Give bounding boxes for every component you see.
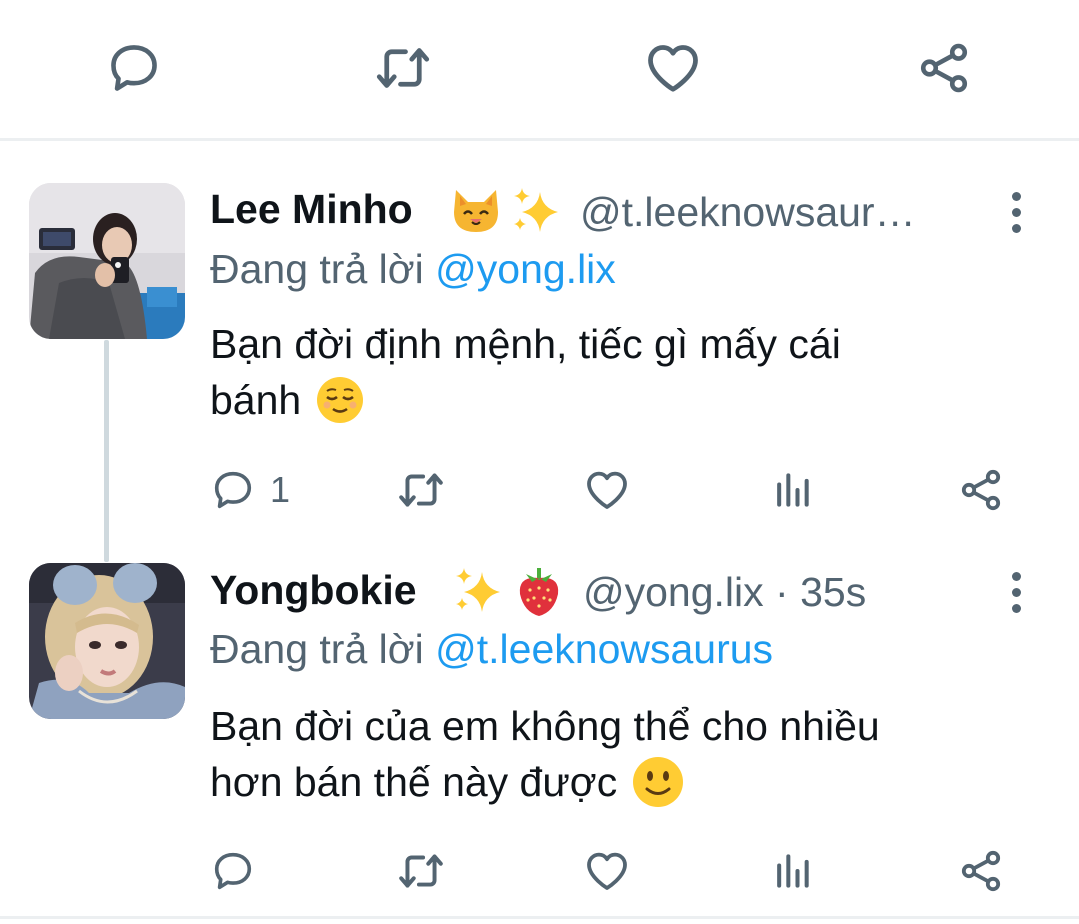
display-name[interactable]: Lee Minho: [210, 186, 413, 233]
more-options-icon[interactable]: [1004, 192, 1028, 252]
replying-to: Đang trả lời @yong.lix: [210, 246, 616, 293]
sparkles-emoji: [452, 566, 506, 621]
share-icon[interactable]: [957, 464, 1009, 516]
avatar[interactable]: [29, 563, 185, 719]
share-icon[interactable]: [914, 38, 974, 98]
reply-icon[interactable]: [210, 845, 262, 897]
tweet-text-line: Bạn đời của em không thể cho nhiều: [210, 703, 880, 749]
tweet-text: Bạn đời của em không thể cho nhiều hơn b…: [210, 698, 880, 810]
user-handle[interactable]: @t.leeknowsaur…: [580, 189, 916, 236]
share-icon[interactable]: [957, 845, 1009, 897]
retweet-icon[interactable]: [396, 845, 448, 897]
tweet-text-line: hơn bán thế này được: [210, 759, 618, 805]
sparkles-emoji: [510, 186, 564, 241]
tweet-text: Bạn đời định mệnh, tiếc gì mấy cái bánh: [210, 316, 841, 428]
like-icon[interactable]: [643, 38, 703, 98]
replying-prefix: Đang trả lời: [210, 246, 424, 292]
like-icon[interactable]: [583, 845, 635, 897]
display-name[interactable]: Yongbokie: [210, 567, 417, 614]
thread-line: [104, 340, 109, 562]
reply-button[interactable]: 1: [210, 464, 310, 516]
replying-to: Đang trả lời @t.leeknowsaurus: [210, 626, 773, 673]
user-handle[interactable]: @yong.lix · 35s: [583, 569, 866, 616]
slightly-smiling-face-emoji: [631, 755, 685, 809]
reply-icon: [210, 467, 256, 513]
reply-count: 1: [270, 469, 291, 510]
view-stats-icon[interactable]: [770, 845, 822, 897]
replying-prefix: Đang trả lời: [210, 626, 424, 672]
divider: [0, 916, 1079, 919]
relieved-face-emoji: [315, 375, 365, 425]
tweet-text-line: bánh: [210, 377, 302, 423]
like-icon[interactable]: [583, 464, 635, 516]
avatar[interactable]: [29, 183, 185, 339]
replying-to-link[interactable]: @t.leeknowsaurus: [435, 626, 773, 672]
reply-icon[interactable]: [104, 38, 164, 98]
main-tweet-action-bar: [0, 0, 1079, 138]
tweet-text-line: Bạn đời định mệnh, tiếc gì mấy cái: [210, 321, 841, 367]
retweet-icon[interactable]: [396, 464, 448, 516]
replying-to-link[interactable]: @yong.lix: [435, 246, 616, 292]
strawberry-emoji: [512, 564, 566, 623]
view-stats-icon[interactable]: [770, 464, 822, 516]
timestamp: · 35s: [775, 569, 867, 615]
more-options-icon[interactable]: [1004, 572, 1028, 632]
retweet-icon[interactable]: [373, 38, 433, 98]
divider: [0, 138, 1079, 141]
cat-face-emoji: [450, 186, 502, 241]
user-handle-text[interactable]: @yong.lix: [583, 569, 764, 615]
